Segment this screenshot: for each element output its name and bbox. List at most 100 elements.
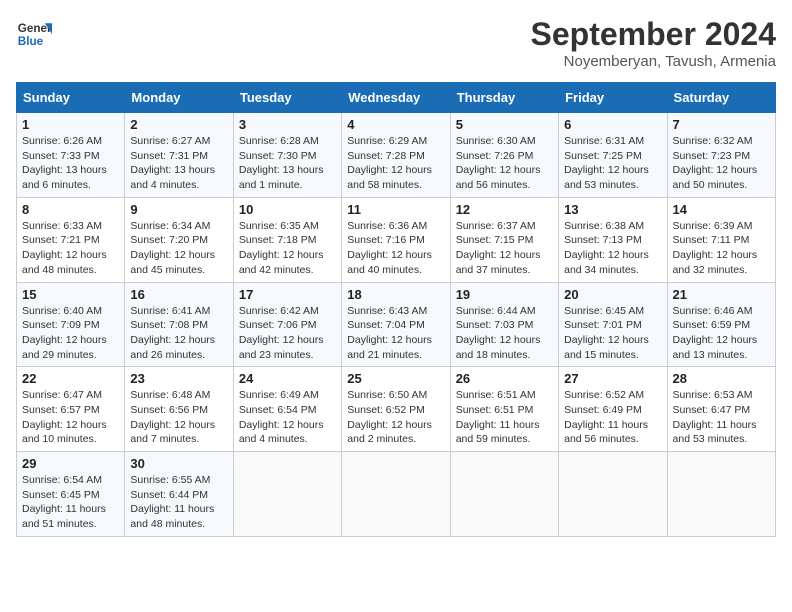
day-info: Sunrise: 6:45 AMSunset: 7:01 PMDaylight:… — [564, 304, 661, 363]
page-title: September 2024 — [531, 16, 776, 53]
calendar-cell — [342, 452, 450, 537]
day-number: 1 — [22, 117, 119, 132]
calendar-cell: 1 Sunrise: 6:26 AMSunset: 7:33 PMDaylight… — [17, 113, 125, 198]
calendar-cell: 2 Sunrise: 6:27 AMSunset: 7:31 PMDaylight… — [125, 113, 233, 198]
day-info: Sunrise: 6:53 AMSunset: 6:47 PMDaylight:… — [673, 388, 770, 447]
logo-icon: General Blue — [16, 16, 52, 52]
day-info: Sunrise: 6:32 AMSunset: 7:23 PMDaylight:… — [673, 134, 770, 193]
day-info: Sunrise: 6:40 AMSunset: 7:09 PMDaylight:… — [22, 304, 119, 363]
page-subtitle: Noyemberyan, Tavush, Armenia — [531, 53, 776, 70]
day-info: Sunrise: 6:43 AMSunset: 7:04 PMDaylight:… — [347, 304, 444, 363]
calendar-cell: 4 Sunrise: 6:29 AMSunset: 7:28 PMDaylight… — [342, 113, 450, 198]
day-info: Sunrise: 6:29 AMSunset: 7:28 PMDaylight:… — [347, 134, 444, 193]
day-number: 2 — [130, 117, 227, 132]
header-row: SundayMondayTuesdayWednesdayThursdayFrid… — [17, 83, 776, 113]
calendar-cell: 5 Sunrise: 6:30 AMSunset: 7:26 PMDaylight… — [450, 113, 558, 198]
week-row-5: 29Sunrise: 6:54 AMSunset: 6:45 PMDayligh… — [17, 452, 776, 537]
day-info: Sunrise: 6:49 AMSunset: 6:54 PMDaylight:… — [239, 388, 336, 447]
day-info: Sunrise: 6:30 AMSunset: 7:26 PMDaylight:… — [456, 134, 553, 193]
col-header-sunday: Sunday — [17, 83, 125, 113]
week-row-3: 15 Sunrise: 6:40 AMSunset: 7:09 PMDayligh… — [17, 282, 776, 367]
day-info: Sunrise: 6:48 AMSunset: 6:56 PMDaylight:… — [130, 388, 227, 447]
calendar-cell: 21 Sunrise: 6:46 AMSunset: 6:59 PMDayligh… — [667, 282, 775, 367]
calendar-cell: 17Sunrise: 6:42 AMSunset: 7:06 PMDayligh… — [233, 282, 341, 367]
day-number: 23 — [130, 371, 227, 386]
calendar-cell: 7Sunrise: 6:32 AMSunset: 7:23 PMDaylight… — [667, 113, 775, 198]
day-info: Sunrise: 6:33 AMSunset: 7:21 PMDaylight:… — [22, 219, 119, 278]
day-number: 20 — [564, 287, 661, 302]
day-info: Sunrise: 6:41 AMSunset: 7:08 PMDaylight:… — [130, 304, 227, 363]
day-info: Sunrise: 6:42 AMSunset: 7:06 PMDaylight:… — [239, 304, 336, 363]
col-header-tuesday: Tuesday — [233, 83, 341, 113]
day-number: 19 — [456, 287, 553, 302]
col-header-monday: Monday — [125, 83, 233, 113]
calendar-cell: 16 Sunrise: 6:41 AMSunset: 7:08 PMDayligh… — [125, 282, 233, 367]
svg-text:Blue: Blue — [18, 35, 44, 48]
calendar-cell: 14 Sunrise: 6:39 AMSunset: 7:11 PMDayligh… — [667, 197, 775, 282]
calendar-cell: 23 Sunrise: 6:48 AMSunset: 6:56 PMDayligh… — [125, 367, 233, 452]
day-number: 11 — [347, 202, 444, 217]
calendar-cell: 15 Sunrise: 6:40 AMSunset: 7:09 PMDayligh… — [17, 282, 125, 367]
day-info: Sunrise: 6:54 AMSunset: 6:45 PMDaylight:… — [22, 473, 119, 532]
day-number: 15 — [22, 287, 119, 302]
calendar-table: SundayMondayTuesdayWednesdayThursdayFrid… — [16, 82, 776, 537]
day-info: Sunrise: 6:27 AMSunset: 7:31 PMDaylight:… — [130, 134, 227, 193]
day-number: 22 — [22, 371, 119, 386]
page-header: General Blue September 2024 Noyemberyan,… — [16, 16, 776, 70]
day-number: 16 — [130, 287, 227, 302]
calendar-cell — [559, 452, 667, 537]
day-number: 6 — [564, 117, 661, 132]
day-info: Sunrise: 6:47 AMSunset: 6:57 PMDaylight:… — [22, 388, 119, 447]
calendar-cell: 30 Sunrise: 6:55 AMSunset: 6:44 PMDayligh… — [125, 452, 233, 537]
day-info: Sunrise: 6:51 AMSunset: 6:51 PMDaylight:… — [456, 388, 553, 447]
calendar-cell: 18 Sunrise: 6:43 AMSunset: 7:04 PMDayligh… — [342, 282, 450, 367]
day-number: 30 — [130, 456, 227, 471]
day-number: 4 — [347, 117, 444, 132]
day-number: 13 — [564, 202, 661, 217]
day-number: 8 — [22, 202, 119, 217]
calendar-cell: 24Sunrise: 6:49 AMSunset: 6:54 PMDayligh… — [233, 367, 341, 452]
col-header-wednesday: Wednesday — [342, 83, 450, 113]
day-number: 14 — [673, 202, 770, 217]
day-number: 27 — [564, 371, 661, 386]
calendar-cell — [450, 452, 558, 537]
day-number: 12 — [456, 202, 553, 217]
day-info: Sunrise: 6:36 AMSunset: 7:16 PMDaylight:… — [347, 219, 444, 278]
day-number: 18 — [347, 287, 444, 302]
week-row-1: 1 Sunrise: 6:26 AMSunset: 7:33 PMDaylight… — [17, 113, 776, 198]
calendar-cell: 26 Sunrise: 6:51 AMSunset: 6:51 PMDayligh… — [450, 367, 558, 452]
calendar-cell: 27 Sunrise: 6:52 AMSunset: 6:49 PMDayligh… — [559, 367, 667, 452]
col-header-friday: Friday — [559, 83, 667, 113]
calendar-cell: 20 Sunrise: 6:45 AMSunset: 7:01 PMDayligh… — [559, 282, 667, 367]
calendar-cell: 6Sunrise: 6:31 AMSunset: 7:25 PMDaylight… — [559, 113, 667, 198]
day-info: Sunrise: 6:26 AMSunset: 7:33 PMDaylight:… — [22, 134, 119, 193]
day-number: 25 — [347, 371, 444, 386]
calendar-cell: 9 Sunrise: 6:34 AMSunset: 7:20 PMDaylight… — [125, 197, 233, 282]
day-number: 26 — [456, 371, 553, 386]
day-info: Sunrise: 6:52 AMSunset: 6:49 PMDaylight:… — [564, 388, 661, 447]
calendar-cell: 29Sunrise: 6:54 AMSunset: 6:45 PMDayligh… — [17, 452, 125, 537]
day-info: Sunrise: 6:39 AMSunset: 7:11 PMDaylight:… — [673, 219, 770, 278]
day-number: 21 — [673, 287, 770, 302]
calendar-cell: 22 Sunrise: 6:47 AMSunset: 6:57 PMDayligh… — [17, 367, 125, 452]
calendar-cell: 10Sunrise: 6:35 AMSunset: 7:18 PMDayligh… — [233, 197, 341, 282]
day-number: 10 — [239, 202, 336, 217]
day-number: 28 — [673, 371, 770, 386]
day-info: Sunrise: 6:44 AMSunset: 7:03 PMDaylight:… — [456, 304, 553, 363]
calendar-cell: 13Sunrise: 6:38 AMSunset: 7:13 PMDayligh… — [559, 197, 667, 282]
day-number: 5 — [456, 117, 553, 132]
calendar-cell — [233, 452, 341, 537]
calendar-cell: 25Sunrise: 6:50 AMSunset: 6:52 PMDayligh… — [342, 367, 450, 452]
day-number: 9 — [130, 202, 227, 217]
calendar-cell: 28 Sunrise: 6:53 AMSunset: 6:47 PMDayligh… — [667, 367, 775, 452]
col-header-saturday: Saturday — [667, 83, 775, 113]
day-info: Sunrise: 6:46 AMSunset: 6:59 PMDaylight:… — [673, 304, 770, 363]
week-row-4: 22 Sunrise: 6:47 AMSunset: 6:57 PMDayligh… — [17, 367, 776, 452]
calendar-cell: 11 Sunrise: 6:36 AMSunset: 7:16 PMDayligh… — [342, 197, 450, 282]
day-info: Sunrise: 6:34 AMSunset: 7:20 PMDaylight:… — [130, 219, 227, 278]
week-row-2: 8 Sunrise: 6:33 AMSunset: 7:21 PMDaylight… — [17, 197, 776, 282]
day-info: Sunrise: 6:55 AMSunset: 6:44 PMDaylight:… — [130, 473, 227, 532]
calendar-cell — [667, 452, 775, 537]
day-info: Sunrise: 6:37 AMSunset: 7:15 PMDaylight:… — [456, 219, 553, 278]
calendar-cell: 3Sunrise: 6:28 AMSunset: 7:30 PMDaylight… — [233, 113, 341, 198]
